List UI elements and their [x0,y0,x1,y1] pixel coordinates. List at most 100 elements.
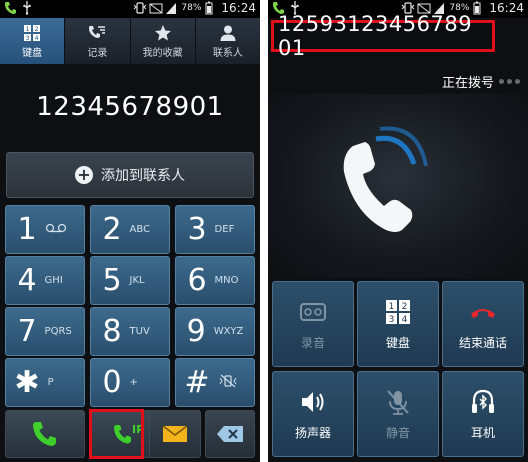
bluetooth-headset-icon [472,389,494,413]
speaker-icon [302,391,324,412]
call-animation-area [268,94,528,278]
tab-call-log[interactable]: 记录 [65,18,131,64]
key-letters: DEF [214,224,235,235]
in-call-number: 12593123456789​01 [271,12,495,60]
svg-text:3: 3 [26,35,30,42]
mute-icon [387,389,409,415]
call-log-icon [89,25,106,38]
tab-keypad[interactable]: 1 2 3 4 键盘 [0,18,66,64]
key-digit: 1 [17,211,37,247]
record-icon [300,302,326,321]
button-label: 键盘 [385,335,410,350]
svg-text:2: 2 [35,26,39,33]
key-digit: 0 [102,364,122,400]
svg-text:2: 2 [402,302,408,312]
end-call-button[interactable]: 结束通话 [442,281,524,367]
dialed-number: 12345678901 [36,92,224,122]
mute-vibrate-icon [218,374,246,391]
tab-label: 记录 [87,47,108,59]
calling-handset-icon [343,126,428,232]
signal-icon [165,1,177,15]
call-status-bar: 正在拨号 [268,70,528,94]
ip-call-highlight [89,409,144,459]
clock: 16:24 [221,1,256,15]
key-digit: # [184,364,210,400]
message-button[interactable] [149,410,201,458]
tab-label: 我的收藏 [142,47,183,59]
key-8[interactable]: 8 TUV [90,307,170,356]
message-envelope-icon [162,425,188,442]
voicemail-icon [45,223,73,236]
phone-call-icon [33,422,56,446]
key-digit: 7 [17,313,37,349]
speaker-button[interactable]: 扬声器 [272,371,354,457]
end-call-icon [471,308,495,318]
dialer-screen: 78% 16:24 1 2 3 4 键盘 记录 我的收藏 联系人 1234567… [0,0,260,462]
key-star[interactable]: ✱ P [5,358,85,407]
key-0[interactable]: 0 + [90,358,170,407]
key-letters: + [129,377,138,388]
key-digit: 2 [102,211,122,247]
key-letters: MNO [214,275,239,286]
key-5[interactable]: 5 JKL [90,256,170,305]
key-digit: 5 [102,262,122,298]
in-call-screen: 78% 16:24 12593123456789​01 正在拨号 录音 [268,0,528,462]
key-digit: 8 [102,313,122,349]
keypad-button[interactable]: 1 2 3 4 键盘 [357,281,439,367]
record-button[interactable]: 录音 [272,281,354,367]
key-3[interactable]: 3 DEF [175,205,255,254]
key-6[interactable]: 6 MNO [175,256,255,305]
key-letters: ABC [129,224,151,235]
plus-icon: + [75,166,93,184]
add-contact-label: 添加到联系人 [101,168,185,184]
svg-text:4: 4 [35,35,39,42]
phone-notification-icon [4,1,16,15]
dialpad-icon: 1 2 3 4 [386,299,410,325]
battery-level: 78% [181,3,202,13]
key-letters: TUV [129,326,150,337]
svg-text:1: 1 [26,26,30,33]
key-digit: 6 [187,262,207,298]
key-letters: JKL [129,275,145,286]
dialer-action-bar: IP [5,409,255,459]
backspace-icon [217,426,243,442]
key-9[interactable]: 9 WXYZ [175,307,255,356]
status-bar: 78% 16:24 [0,0,260,18]
in-call-number-text: 12593123456789​01 [278,12,473,60]
button-label: 录音 [300,335,325,350]
button-label: 静音 [385,425,410,440]
button-label: 扬声器 [294,425,331,440]
key-digit: 3 [187,211,207,247]
mute-button[interactable]: 静音 [357,371,439,457]
tab-favorites[interactable]: 我的收藏 [131,18,196,64]
key-7[interactable]: 7 PQRS [5,307,85,356]
no-signal-icon [149,1,163,15]
key-hash[interactable]: # [175,358,255,407]
key-4[interactable]: 4 GHI [5,256,85,305]
key-digit: 9 [186,313,206,349]
in-call-controls: 录音 1 2 3 4 键盘 结束通话 扬声器 静音 耳机 [272,281,524,459]
usb-icon [22,1,34,15]
call-status-text: 正在拨号 [441,76,494,91]
tab-label: 联系人 [212,47,243,59]
button-label: 耳机 [470,425,495,440]
key-2[interactable]: 2 ABC [90,205,170,254]
key-digit: ✱ [14,364,40,400]
tab-bar: 1 2 3 4 键盘 记录 我的收藏 联系人 [0,18,260,64]
dialpad-icon: 1 2 3 4 [24,24,41,42]
star-icon [154,24,171,40]
key-digit: 4 [17,262,37,298]
svg-text:4: 4 [402,315,408,325]
key-letters: GHI [44,275,63,286]
tab-label: 键盘 [22,47,43,59]
call-button[interactable] [5,410,85,458]
contact-icon [220,25,236,41]
tab-contacts[interactable]: 联系人 [196,18,260,64]
svg-text:1: 1 [389,302,395,312]
backspace-button[interactable] [205,410,255,458]
vibrate-icon [133,1,147,15]
headset-button[interactable]: 耳机 [442,371,524,457]
add-to-contacts-button[interactable]: + 添加到联系人 [6,152,254,198]
key-1[interactable]: 1 [5,205,85,254]
button-label: 结束通话 [458,335,507,350]
